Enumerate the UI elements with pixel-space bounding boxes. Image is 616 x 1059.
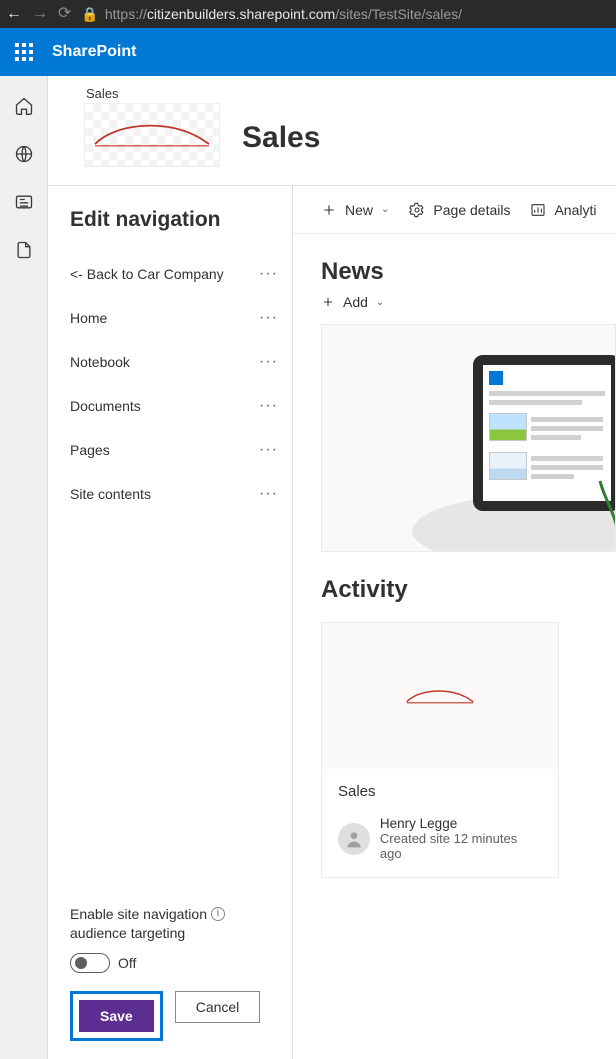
url-host: citizenbuilders.sharepoint.com [147, 6, 335, 22]
browser-toolbar: ← → ⟳ 🔒 https://citizenbuilders.sharepoi… [0, 0, 616, 28]
home-icon[interactable] [14, 96, 34, 116]
toggle-state-label: Off [118, 955, 136, 971]
car-logo-icon [92, 117, 212, 153]
plant-illustration-icon [595, 461, 616, 541]
car-logo-icon [405, 686, 475, 707]
site-logo[interactable] [84, 103, 220, 167]
nav-item-pages[interactable]: Pages··· [70, 428, 284, 472]
more-icon[interactable]: ··· [259, 441, 284, 459]
lock-icon: 🔒 [81, 6, 98, 23]
info-icon[interactable]: i [211, 907, 225, 921]
command-bar: New ⌄ Page details Analyti [293, 186, 616, 234]
nav-item-back[interactable]: <- Back to Car Company··· [70, 252, 284, 296]
forward-icon[interactable]: → [32, 6, 48, 22]
nav-item-documents[interactable]: Documents··· [70, 384, 284, 428]
more-icon[interactable]: ··· [259, 485, 284, 503]
activity-subtitle: Created site 12 minutes ago [380, 831, 542, 861]
new-button[interactable]: New ⌄ [321, 202, 389, 218]
nav-item-notebook[interactable]: Notebook··· [70, 340, 284, 384]
analytics-button[interactable]: Analyti [530, 202, 596, 218]
activity-card-title: Sales [338, 783, 542, 800]
more-icon[interactable]: ··· [259, 397, 284, 415]
audience-targeting-label: Enable site navigationaudience targeting… [70, 905, 284, 943]
gear-icon [409, 202, 425, 218]
nav-item-home[interactable]: Home··· [70, 296, 284, 340]
site-small-label: Sales [86, 86, 220, 101]
news-heading: News [321, 258, 616, 286]
avatar-icon [338, 823, 370, 855]
chevron-down-icon: ⌄ [376, 297, 384, 308]
plus-icon [321, 202, 337, 218]
file-icon[interactable] [14, 240, 34, 260]
plus-icon [321, 295, 335, 309]
app-rail [0, 76, 48, 1059]
suite-brand[interactable]: SharePoint [48, 43, 136, 61]
page-details-button[interactable]: Page details [409, 202, 510, 218]
activity-heading: Activity [321, 576, 616, 604]
back-icon[interactable]: ← [6, 6, 22, 22]
save-button-highlight: Save [70, 991, 163, 1041]
url-path: /sites/TestSite/sales/ [335, 6, 462, 22]
nav-item-site-contents[interactable]: Site contents··· [70, 472, 284, 516]
activity-author: Henry Legge [380, 816, 542, 831]
url-prefix: https:// [105, 6, 147, 22]
more-icon[interactable]: ··· [259, 265, 284, 283]
activity-thumbnail [322, 623, 558, 769]
nav-item-list: <- Back to Car Company··· Home··· Notebo… [70, 252, 284, 893]
edit-navigation-panel: Edit navigation <- Back to Car Company··… [48, 186, 293, 1059]
news-icon[interactable] [14, 192, 34, 212]
activity-card[interactable]: Sales Henry Legge Created site 12 minute… [321, 622, 559, 878]
more-icon[interactable]: ··· [259, 309, 284, 327]
edit-nav-heading: Edit navigation [70, 208, 284, 232]
save-button[interactable]: Save [79, 1000, 154, 1032]
chart-icon [530, 202, 546, 218]
cancel-button[interactable]: Cancel [175, 991, 261, 1023]
news-add-button[interactable]: Add ⌄ [321, 294, 616, 310]
globe-icon[interactable] [14, 144, 34, 164]
app-launcher-icon[interactable] [0, 28, 48, 76]
chevron-down-icon: ⌄ [381, 204, 389, 215]
page-content: New ⌄ Page details Analyti News [293, 186, 616, 1059]
address-bar[interactable]: 🔒 https://citizenbuilders.sharepoint.com… [81, 6, 610, 23]
site-header: Sales Sales [48, 76, 616, 185]
more-icon[interactable]: ··· [259, 353, 284, 371]
audience-targeting-toggle[interactable] [70, 953, 110, 973]
site-title: Sales [242, 121, 320, 155]
news-empty-illustration [321, 324, 616, 552]
suite-header: SharePoint [0, 28, 616, 76]
reload-icon[interactable]: ⟳ [58, 6, 71, 22]
